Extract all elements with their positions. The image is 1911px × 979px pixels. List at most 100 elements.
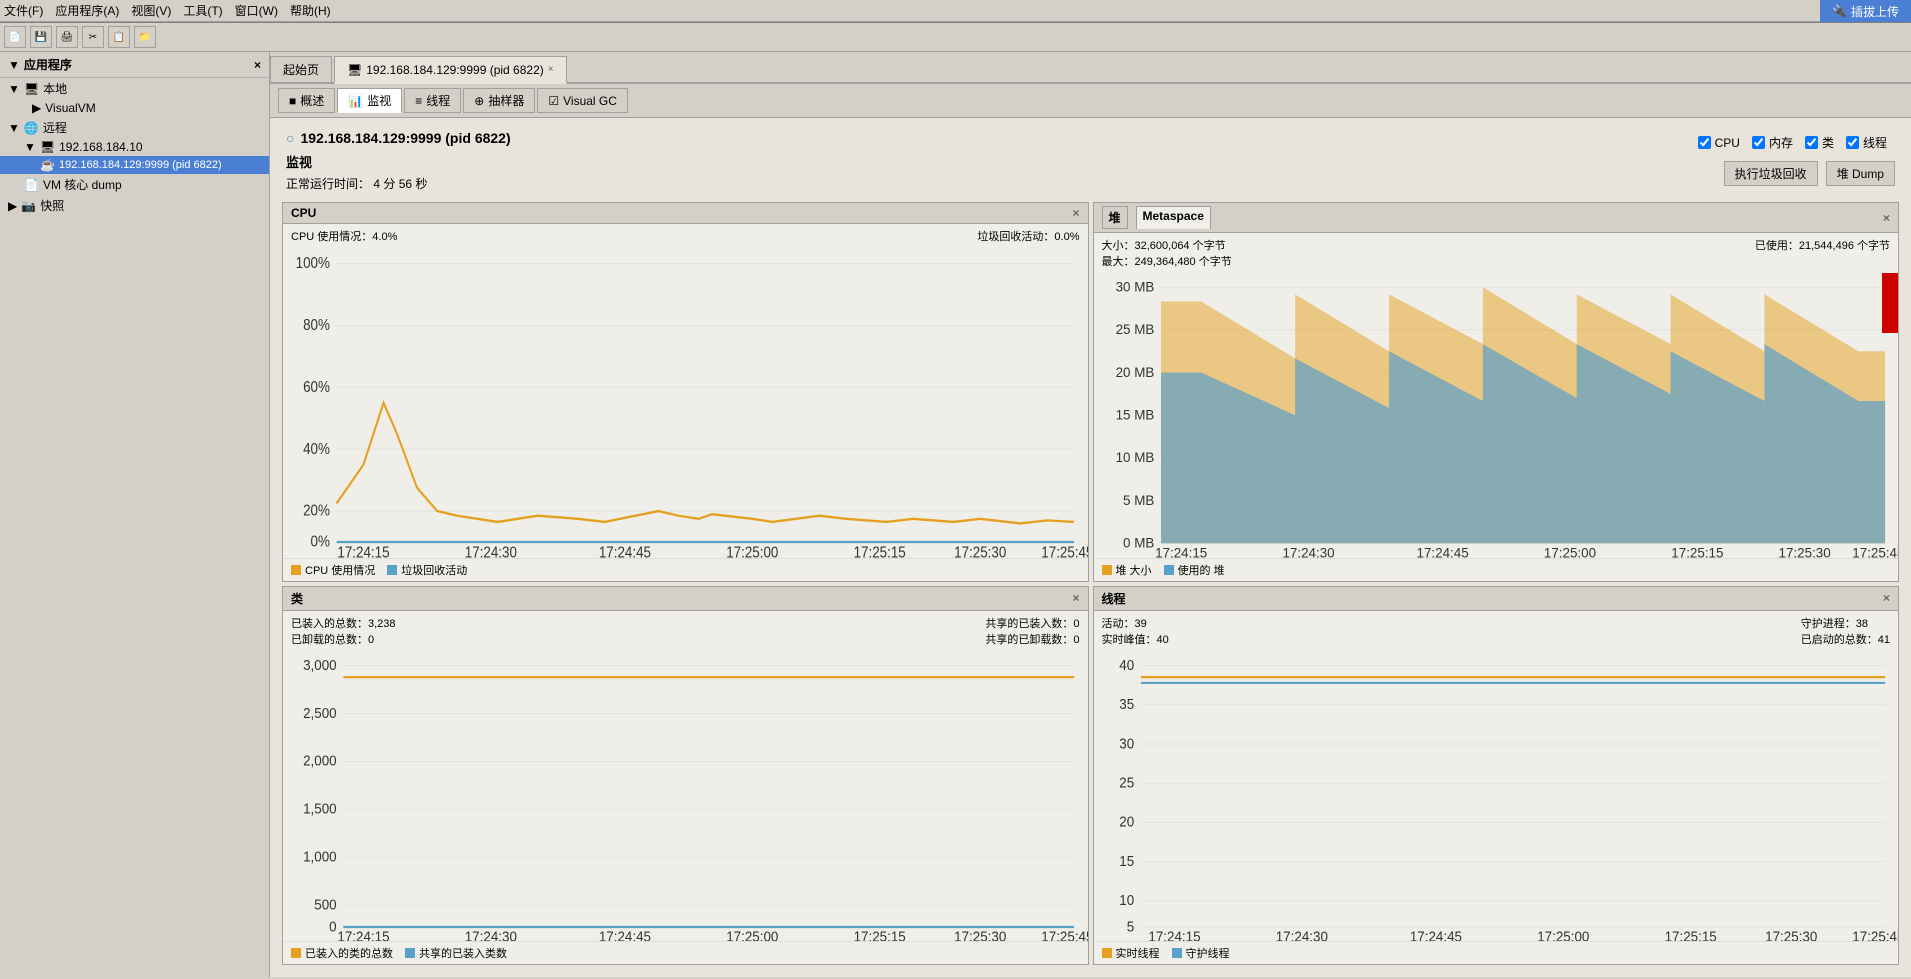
cpu-chart-close[interactable]: ×	[1072, 206, 1079, 220]
nav-tabs: ■ 概述 📊 监视 ≡ 线程 ⊕ 抽样器 ☑ Visual GC	[270, 84, 1911, 118]
sidebar-close-icon[interactable]: ×	[254, 58, 261, 72]
svg-text:20: 20	[1119, 813, 1134, 830]
thread-chart-legend: 实时线程 守护线程	[1094, 941, 1899, 964]
remote-icon: 🌐	[24, 121, 39, 135]
svg-text:3,000: 3,000	[303, 656, 337, 673]
svg-text:17:25:30: 17:25:30	[954, 927, 1006, 941]
cpu-chart-stats: CPU 使用情况：4.0% 垃圾回收活动：0.0%	[283, 224, 1088, 248]
toolbar-btn-5[interactable]: 📋	[108, 26, 130, 48]
svg-text:17:24:45: 17:24:45	[1416, 544, 1468, 557]
menu-help[interactable]: 帮助(H)	[290, 2, 331, 19]
cpu-chart-header: CPU ×	[283, 203, 1088, 224]
svg-text:17:24:15: 17:24:15	[1148, 927, 1200, 941]
svg-text:17:25:30: 17:25:30	[1765, 927, 1817, 941]
live-thread-legend: 实时线程	[1102, 945, 1160, 961]
svg-text:17:24:45: 17:24:45	[1409, 927, 1461, 941]
svg-text:15 MB: 15 MB	[1115, 406, 1154, 422]
nav-tab-monitor[interactable]: 📊 监视	[337, 88, 402, 113]
sidebar-header: ▼ 应用程序 ×	[0, 52, 269, 78]
cpu-chart-body: 100% 80% 60% 40% 20% 0% 17:24:15	[283, 248, 1088, 558]
class-checkbox[interactable]	[1805, 136, 1818, 149]
svg-text:17:25:45: 17:25:45	[1852, 544, 1898, 557]
svg-text:15: 15	[1119, 852, 1134, 869]
memory-checkbox[interactable]	[1752, 136, 1765, 149]
svg-text:0%: 0%	[311, 534, 330, 551]
svg-text:500: 500	[314, 896, 337, 913]
gc-button[interactable]: 执行垃圾回收	[1724, 161, 1818, 186]
cpu-checkbox-item[interactable]: CPU	[1698, 136, 1740, 150]
nav-tab-visualgc[interactable]: ☑ Visual GC	[537, 88, 628, 113]
menu-file[interactable]: 文件(F)	[4, 2, 43, 19]
sidebar-collapse-icon[interactable]: ▼	[8, 58, 20, 72]
daemon-thread-legend: 守护线程	[1172, 945, 1230, 961]
menu-view[interactable]: 视图(V)	[131, 2, 171, 19]
visualvm-icon: ▶	[32, 101, 41, 115]
thread-checkbox-item[interactable]: 线程	[1846, 134, 1887, 151]
thread-chart-close[interactable]: ×	[1883, 591, 1890, 605]
thread-chart-panel: 线程 × 活动：39 实时峰值：40 守护进程：38 已启动的总数：41	[1093, 586, 1900, 966]
sidebar-item-host[interactable]: ▼ 🖥 192.168.184.10	[0, 138, 269, 156]
overview-icon: ■	[289, 94, 296, 108]
class-chart-close[interactable]: ×	[1072, 591, 1079, 605]
menu-app[interactable]: 应用程序(A)	[55, 2, 119, 19]
tab-connection[interactable]: 🖥 192.168.184.129:9999 (pid 6822) ×	[334, 56, 567, 84]
nav-tab-overview[interactable]: ■ 概述	[278, 88, 335, 113]
tab-home[interactable]: 起始页	[270, 56, 332, 82]
class-shared-legend: 共享的已装入类数	[405, 945, 507, 961]
page-title: ○ 192.168.184.129:9999 (pid 6822)	[278, 126, 519, 150]
snapshot-expand-icon: ▶	[8, 199, 17, 213]
content-area: 起始页 🖥 192.168.184.129:9999 (pid 6822) × …	[270, 52, 1911, 977]
sidebar-item-snapshot[interactable]: ▶ 📷 快照	[0, 195, 269, 216]
class-shared-legend-color	[405, 948, 415, 958]
svg-text:17:24:30: 17:24:30	[465, 927, 517, 941]
toolbar-btn-1[interactable]: 📄	[4, 26, 26, 48]
nav-tab-threads[interactable]: ≡ 线程	[404, 88, 461, 113]
thread-label: 线程	[1863, 134, 1887, 151]
svg-text:25: 25	[1119, 774, 1134, 791]
nav-tab-sampler[interactable]: ⊕ 抽样器	[463, 88, 535, 113]
class-total-legend: 已装入的类的总数	[291, 945, 393, 961]
thread-checkbox[interactable]	[1846, 136, 1859, 149]
svg-text:1,000: 1,000	[303, 848, 337, 865]
cpu-checkbox[interactable]	[1698, 136, 1711, 149]
tab-close-icon[interactable]: ×	[548, 64, 554, 75]
snapshot-icon: 📷	[21, 199, 36, 213]
svg-text:17:25:30: 17:25:30	[954, 545, 1006, 558]
sidebar-item-visualvm[interactable]: ▶ VisualVM	[0, 99, 269, 117]
menubar: 文件(F) 应用程序(A) 视图(V) 工具(T) 窗口(W) 帮助(H)	[0, 0, 1911, 22]
svg-text:20 MB: 20 MB	[1115, 363, 1154, 379]
svg-text:100%: 100%	[296, 255, 330, 272]
toolbar-btn-2[interactable]: 💾	[30, 26, 52, 48]
class-chart-legend: 已装入的类的总数 共享的已装入类数	[283, 941, 1088, 964]
sidebar-item-process[interactable]: ☕ 192.168.184.129:9999 (pid 6822)	[0, 156, 269, 174]
svg-text:10: 10	[1119, 891, 1134, 908]
monitor-icon: 📊	[348, 94, 363, 108]
svg-text:17:24:30: 17:24:30	[1282, 544, 1334, 557]
heap-dump-button[interactable]: 堆 Dump	[1826, 161, 1895, 186]
memory-checkbox-item[interactable]: 内存	[1752, 134, 1793, 151]
toolbar-btn-3[interactable]: 🖨	[56, 26, 78, 48]
cpu-label: CPU	[1715, 136, 1740, 150]
sidebar-item-local[interactable]: ▼ 🖥 本地	[0, 78, 269, 99]
svg-text:17:25:30: 17:25:30	[1778, 544, 1830, 557]
host-icon: 🖥	[40, 140, 55, 154]
heap-chart-close[interactable]: ×	[1883, 211, 1890, 225]
heap-chart-stats: 大小：32,600,064 个字节 最大：249,364,480 个字节 已使用…	[1094, 233, 1899, 273]
cpu-usage-legend-color	[291, 565, 301, 575]
sampler-icon: ⊕	[474, 94, 484, 108]
sidebar-item-vmdump[interactable]: 📄 VM 核心 dump	[0, 174, 269, 195]
heap-size-legend-color	[1102, 565, 1112, 575]
menu-window[interactable]: 窗口(W)	[235, 2, 278, 19]
svg-text:17:24:45: 17:24:45	[599, 927, 651, 941]
sidebar-item-remote[interactable]: ▼ 🌐 远程	[0, 117, 269, 138]
class-chart-header: 类 ×	[283, 587, 1088, 611]
connect-button[interactable]: 🔌 插拔上传	[1820, 0, 1911, 22]
toolbar-btn-4[interactable]: ✂	[82, 26, 104, 48]
connection-icon: 🖥	[347, 63, 362, 77]
svg-text:2,500: 2,500	[303, 704, 337, 721]
svg-text:17:25:00: 17:25:00	[726, 545, 778, 558]
toolbar-btn-6[interactable]: 📁	[134, 26, 156, 48]
menu-tools[interactable]: 工具(T)	[183, 2, 222, 19]
daemon-thread-legend-color	[1172, 948, 1182, 958]
class-checkbox-item[interactable]: 类	[1805, 134, 1834, 151]
